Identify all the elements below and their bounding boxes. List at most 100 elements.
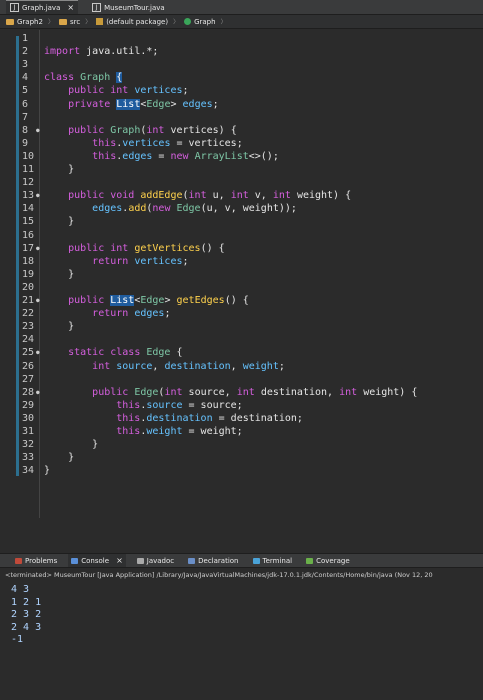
code-text: } bbox=[44, 464, 50, 477]
close-icon[interactable]: × bbox=[67, 3, 74, 12]
code-text: this.weight = weight; bbox=[44, 425, 243, 438]
line-number: 32 bbox=[22, 439, 35, 451]
line-number: 3 bbox=[22, 59, 29, 71]
code-token: ; bbox=[164, 308, 171, 320]
code-token: int bbox=[272, 190, 297, 202]
code-token: > bbox=[170, 98, 183, 110]
code-line: 7 bbox=[0, 111, 483, 124]
code-token: source bbox=[146, 399, 183, 411]
line-number: 17 bbox=[22, 242, 40, 255]
line-number: 19 bbox=[22, 268, 35, 280]
code-line: 18 return vertices; bbox=[0, 255, 483, 268]
code-line: 2 import java.util.*; bbox=[0, 45, 483, 58]
console-tab[interactable]: Console × bbox=[68, 554, 126, 567]
code-token: ; bbox=[182, 85, 189, 97]
code-token: ; bbox=[182, 255, 189, 267]
line-number: 31 bbox=[22, 426, 35, 437]
console-tab[interactable]: Terminal bbox=[250, 554, 296, 567]
breadcrumb-item[interactable]: src bbox=[58, 18, 80, 26]
line-number: 18 bbox=[22, 255, 35, 267]
console-output-line: 1 2 1 bbox=[11, 596, 42, 608]
code-editor[interactable]: 1 2 import java.util.*; 3 4 class Graph {5 pu… bbox=[0, 30, 483, 551]
console-tab-label: Javadoc bbox=[146, 556, 175, 565]
file-tab[interactable]: J Graph.java × bbox=[6, 0, 79, 14]
line-number: 24 bbox=[22, 334, 35, 346]
line-number: 30 bbox=[22, 412, 35, 424]
code-token: return bbox=[92, 308, 135, 320]
line-number: 23 bbox=[22, 321, 35, 333]
code-token: this bbox=[92, 137, 117, 149]
editor-tab-bar: J Graph.java × J MuseumTour.java bbox=[0, 0, 483, 15]
code-token: () { bbox=[224, 295, 249, 306]
line-number: 21 bbox=[22, 294, 40, 307]
code-token: Edge bbox=[146, 347, 177, 359]
code-token: = destination; bbox=[212, 412, 303, 424]
code-token: this bbox=[116, 426, 141, 437]
code-token: ArrayList bbox=[194, 150, 249, 162]
code-token: class bbox=[44, 72, 81, 84]
code-line: 33 } bbox=[0, 451, 483, 464]
code-token: } bbox=[44, 465, 51, 477]
code-line: 17 public int getVertices() { bbox=[0, 242, 483, 255]
code-token: <>(); bbox=[248, 150, 279, 162]
javadoc-icon bbox=[136, 557, 144, 564]
code-line: 34} bbox=[0, 464, 483, 477]
console-tab[interactable]: Coverage bbox=[303, 554, 353, 567]
code-token: Graph bbox=[80, 72, 117, 84]
code-text: class Graph { bbox=[44, 71, 123, 84]
code-line: 6 private List<Edge> edges; bbox=[0, 98, 483, 111]
code-token: } bbox=[44, 321, 75, 333]
console-tab[interactable]: Declaration bbox=[185, 554, 241, 567]
code-token: edges bbox=[182, 98, 213, 110]
code-line: 11 } bbox=[0, 163, 483, 176]
code-text: } bbox=[44, 163, 74, 176]
code-line: 22 return edges; bbox=[0, 307, 483, 320]
line-number: 29 bbox=[22, 399, 35, 411]
code-token: weight) { bbox=[296, 190, 352, 202]
code-token: this bbox=[92, 150, 117, 162]
line-number: 28 bbox=[22, 386, 40, 399]
code-token: = bbox=[152, 150, 171, 162]
file-tab[interactable]: J MuseumTour.java bbox=[88, 1, 169, 14]
line-number: 7 bbox=[22, 111, 29, 123]
code-token: int bbox=[230, 190, 255, 202]
code-line: 24 bbox=[0, 333, 483, 346]
code-text: } bbox=[44, 268, 74, 281]
class-icon bbox=[184, 18, 192, 25]
code-token: source, bbox=[188, 386, 237, 398]
code-text: public int vertices; bbox=[44, 84, 189, 97]
code-token: int bbox=[92, 360, 117, 372]
line-number: 33 bbox=[22, 452, 35, 464]
breadcrumb-item[interactable]: Graph2 bbox=[6, 18, 43, 26]
console-tab-label: Terminal bbox=[262, 556, 293, 565]
line-number: 34 bbox=[22, 465, 35, 477]
breadcrumb-item[interactable]: (default package) bbox=[96, 18, 168, 26]
code-token: Edge bbox=[146, 98, 171, 110]
folder-icon bbox=[58, 18, 67, 25]
code-token: = weight; bbox=[182, 426, 243, 437]
console-tab[interactable]: Problems bbox=[12, 554, 60, 567]
java-file-icon: J bbox=[10, 3, 19, 12]
code-token: Edge bbox=[134, 386, 159, 398]
code-text: private List<Edge> edges; bbox=[44, 98, 219, 111]
console-tab-label: Problems bbox=[25, 556, 58, 565]
code-text: } bbox=[44, 215, 74, 228]
console-output[interactable]: 4 31 2 12 3 22 4 3 -1 bbox=[0, 583, 483, 700]
code-token: } bbox=[44, 439, 99, 451]
breadcrumb-label: (default package) bbox=[106, 17, 169, 26]
code-line: 31 this.weight = weight; bbox=[0, 425, 483, 438]
console-tab[interactable]: Javadoc bbox=[134, 554, 177, 567]
console-icon bbox=[71, 557, 79, 564]
code-line: 16 bbox=[0, 229, 483, 242]
line-number: 26 bbox=[22, 360, 35, 372]
code-token: List bbox=[116, 98, 141, 110]
code-token: edges bbox=[134, 308, 165, 320]
terminal-icon bbox=[252, 557, 260, 564]
breadcrumb-item[interactable]: Graph bbox=[184, 18, 216, 26]
code-text: this.source = source; bbox=[44, 399, 242, 412]
code-line: 9 this.vertices = vertices; bbox=[0, 137, 483, 150]
close-icon[interactable]: × bbox=[116, 556, 123, 565]
